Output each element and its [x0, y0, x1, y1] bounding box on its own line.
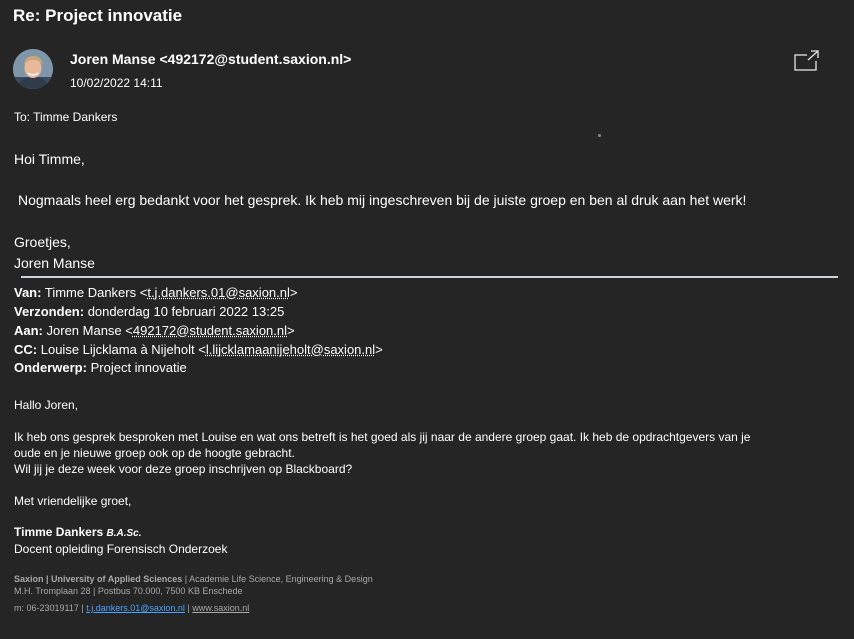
quoted-to-line: Aan: Joren Manse <492172@student.saxion.…: [14, 323, 295, 338]
quoted-subject-line: Onderwerp: Project innovatie: [14, 360, 187, 375]
signature-name: Timme Dankers B.A.Sc.: [14, 525, 142, 539]
cc-name: Louise Lijcklama à Nijeholt <: [40, 342, 206, 357]
signature-name-text: Timme Dankers: [14, 525, 104, 539]
quoted-paragraph-line: Ik heb ons gesprek besproken met Louise …: [14, 430, 751, 444]
footer-org-rest: | Academie Life Science, Engineering & D…: [182, 574, 373, 584]
cc-email-link[interactable]: l.lijcklamaanijeholt@saxion.nl: [206, 342, 375, 357]
avatar[interactable]: [13, 49, 53, 89]
cc-label: CC:: [14, 342, 38, 357]
reply-text: Nogmaals heel erg bedankt voor het gespr…: [18, 192, 747, 208]
from-name: Timme Dankers <: [44, 285, 148, 300]
reply-greeting: Hoi Timme,: [14, 151, 85, 167]
dot-marker: [598, 134, 601, 137]
quote-divider: [21, 276, 838, 278]
quoted-cc-line: CC: Louise Lijcklama à Nijeholt <l.lijck…: [14, 342, 383, 357]
signature-role: Docent opleiding Forensisch Onderzoek: [14, 542, 228, 556]
reply-closing: Groetjes,: [14, 234, 71, 250]
sent-value: donderdag 10 februari 2022 13:25: [87, 304, 285, 319]
footer-contact-line: m: 06-23019117 | t.j.dankers.01@saxion.n…: [14, 603, 249, 613]
cc-end: >: [375, 342, 383, 357]
reply-signature-name: Joren Manse: [14, 255, 95, 271]
quoted-closing: Met vriendelijke groet,: [14, 494, 132, 508]
recipient-line: To: Timme Dankers: [14, 110, 118, 124]
footer-address: M.H. Tromplaan 28 | Postbus 70.000, 7500…: [14, 586, 243, 596]
footer-email-link[interactable]: t.j.dankers.01@saxion.nl: [86, 603, 185, 613]
quoted-paragraph-line: oude en je nieuwe groep ook op de hoogte…: [14, 446, 295, 460]
footer-org: Saxion | University of Applied Sciences: [14, 574, 183, 584]
from-label: Van:: [14, 285, 42, 300]
avatar-photo-icon: [13, 49, 53, 89]
email-subject: Re: Project innovatie: [13, 6, 183, 25]
sender-email[interactable]: <492172@student.saxion.nl>: [159, 51, 351, 67]
to-label: Aan:: [14, 323, 43, 338]
quoted-paragraph-line: Wil jij je deze week voor deze groep ins…: [14, 462, 353, 476]
popout-window-icon[interactable]: [794, 50, 820, 72]
sender-line: Joren Manse <492172@student.saxion.nl>: [70, 51, 351, 67]
sent-datetime: 10/02/2022 14:11: [70, 76, 163, 90]
subject-value: Project innovatie: [90, 360, 187, 375]
footer-phone: m: 06-23019117 |: [14, 603, 87, 613]
quoted-from-line: Van: Timme Dankers <t.j.dankers.01@saxio…: [14, 285, 297, 300]
footer-website-link[interactable]: www.saxion.nl: [192, 603, 249, 613]
from-end: >: [289, 285, 298, 300]
quoted-sent-line: Verzonden: donderdag 10 februari 2022 13…: [14, 304, 284, 319]
subject-label: Onderwerp:: [14, 360, 87, 375]
signature-title: B.A.Sc.: [106, 528, 142, 539]
to-end: >: [287, 323, 295, 338]
quoted-greeting: Hallo Joren,: [14, 398, 79, 412]
from-email-link[interactable]: t.j.dankers.01@saxion.nl: [147, 285, 290, 300]
sent-label: Verzonden:: [14, 304, 85, 319]
to-name: Joren Manse <: [46, 323, 133, 338]
quoted-paragraph: Ik heb ons gesprek besproken met Louise …: [14, 429, 844, 477]
to-email-link[interactable]: 492172@student.saxion.nl: [133, 323, 287, 338]
sender-name[interactable]: Joren Manse: [70, 51, 156, 67]
footer-org-line: Saxion | University of Applied Sciences …: [14, 574, 373, 584]
